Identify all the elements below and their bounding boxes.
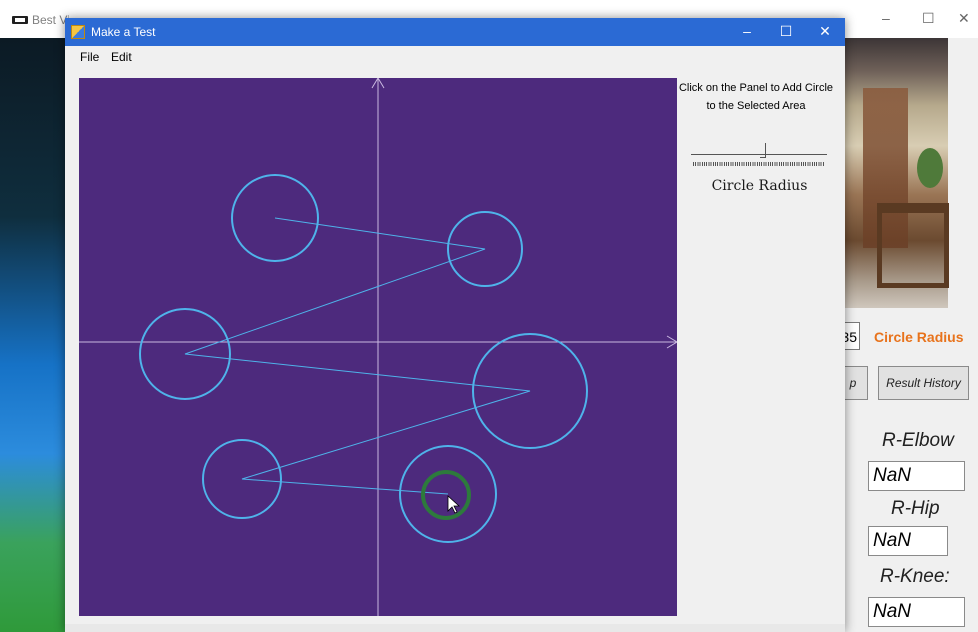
- camera-preview-image: [845, 38, 949, 308]
- photo-plant: [917, 148, 943, 188]
- dialog-bottom-edge: [65, 624, 845, 632]
- slider-ticks: [693, 162, 825, 166]
- close-icon[interactable]: ✕: [958, 10, 970, 27]
- r-knee-label: R-Knee:: [880, 566, 950, 587]
- controls-panel: Click on the Panel to Add Circle to the …: [677, 68, 845, 628]
- maximize-icon[interactable]: ☐: [922, 10, 935, 27]
- r-knee-value: NaN: [868, 597, 965, 627]
- dialog-minimize-icon[interactable]: –: [737, 23, 757, 39]
- r-elbow-label: R-Elbow: [882, 430, 954, 451]
- menu-file[interactable]: File: [80, 50, 99, 64]
- menu-bar: File Edit: [65, 46, 845, 68]
- make-a-test-dialog: Make a Test – ☐ ✕ File Edit Click on the…: [65, 18, 845, 632]
- photo-chair: [877, 203, 949, 288]
- circle-path-line: [184, 217, 531, 495]
- circle-radius-slider-label: Circle Radius: [711, 178, 808, 194]
- r-hip-label: R-Hip: [891, 498, 940, 519]
- dialog-title: Make a Test: [91, 25, 156, 39]
- minimize-icon[interactable]: –: [882, 10, 890, 26]
- active-circle[interactable]: [421, 470, 471, 520]
- slider-thumb[interactable]: [759, 143, 766, 158]
- menu-edit[interactable]: Edit: [111, 50, 132, 64]
- dialog-close-icon[interactable]: ✕: [815, 23, 835, 40]
- mouse-cursor-icon: [447, 495, 461, 514]
- r-elbow-value: NaN: [868, 461, 965, 491]
- dialog-app-icon: [71, 25, 85, 39]
- circle-radius-slider[interactable]: [691, 143, 827, 173]
- dialog-titlebar[interactable]: Make a Test – ☐ ✕: [65, 18, 845, 46]
- drawing-canvas[interactable]: [79, 78, 677, 616]
- result-history-button[interactable]: Result History: [878, 366, 969, 400]
- r-hip-value: NaN: [868, 526, 948, 556]
- app-icon: [12, 16, 28, 24]
- drawing-panel[interactable]: [79, 78, 677, 616]
- background-left-panel: [0, 38, 65, 632]
- instruction-text: Click on the Panel to Add Circle to the …: [678, 82, 834, 112]
- circle-radius-label: Circle Radius: [874, 329, 964, 345]
- dialog-maximize-icon[interactable]: ☐: [776, 23, 796, 40]
